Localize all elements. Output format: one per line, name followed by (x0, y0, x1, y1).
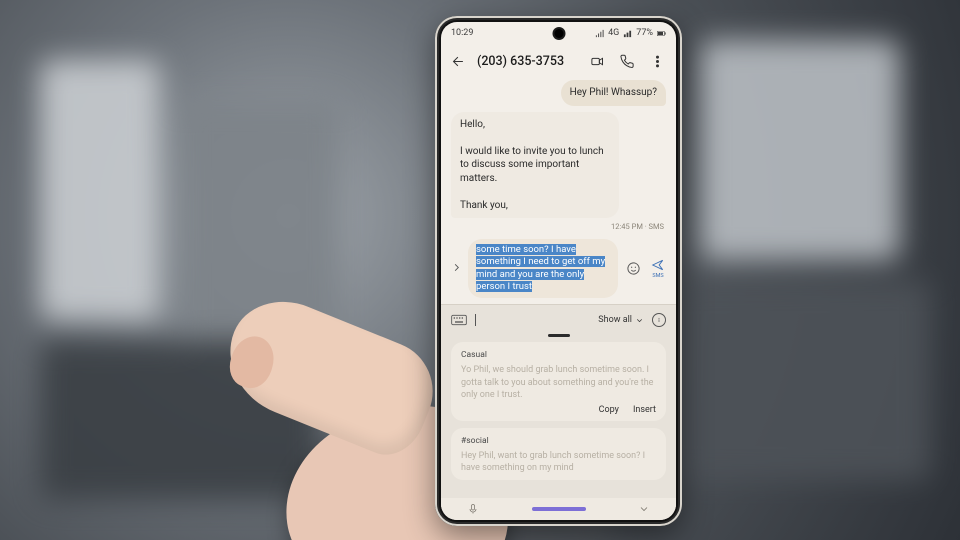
back-button[interactable] (447, 50, 469, 72)
phone-call-icon (620, 54, 635, 69)
chevron-down-icon (635, 316, 644, 325)
voice-input-button[interactable] (467, 500, 479, 519)
system-nav-bar (441, 498, 676, 520)
front-camera (554, 29, 563, 38)
suggestion-card-casual[interactable]: Casual Yo Phil, we should grab lunch som… (451, 342, 666, 420)
send-label: SMS (652, 273, 663, 279)
panel-drag-handle[interactable] (548, 334, 570, 337)
incoming-message[interactable]: Hello, I would like to invite you to lun… (451, 112, 619, 219)
back-icon (451, 54, 466, 69)
collapse-panel-button[interactable] (638, 500, 650, 519)
network-signal-icon (595, 29, 604, 38)
message-list: Hey Phil! Whassup? Hello, I would like t… (441, 78, 676, 235)
compose-row: some time soon? I have something I need … (441, 235, 676, 304)
show-all-button[interactable]: Show all (598, 315, 644, 325)
voice-call-button[interactable] (616, 50, 638, 72)
chevron-right-icon (451, 262, 462, 273)
suggestion-card-social[interactable]: #social Hey Phil, want to grab lunch som… (451, 428, 666, 480)
copy-button[interactable]: Copy (599, 405, 619, 415)
phone-frame: 10:29 4G 77% (203) 635-3753 (435, 16, 682, 526)
keyboard-icon (451, 314, 467, 326)
more-menu-button[interactable] (646, 50, 668, 72)
status-time: 10:29 (451, 28, 473, 38)
send-icon (650, 258, 666, 272)
home-gesture-pill[interactable] (532, 507, 586, 511)
wifi-signal-icon (623, 29, 632, 38)
status-network: 4G (608, 28, 619, 38)
suggestion-body: Yo Phil, we should grab lunch sometime s… (461, 364, 656, 400)
contact-title[interactable]: (203) 635-3753 (477, 54, 578, 69)
compose-selected-text: some time soon? I have something I need … (476, 244, 605, 292)
mic-icon (467, 503, 479, 515)
emoji-button[interactable] (623, 261, 643, 276)
suggestion-tag: #social (461, 436, 656, 446)
video-call-button[interactable] (586, 50, 608, 72)
compose-input[interactable]: some time soon? I have something I need … (468, 239, 618, 298)
insert-button[interactable]: Insert (633, 405, 656, 415)
panel-info-button[interactable] (652, 313, 666, 327)
info-icon (655, 316, 663, 324)
chevron-down-icon (638, 503, 650, 515)
outgoing-message[interactable]: Hey Phil! Whassup? (561, 80, 666, 106)
battery-icon (657, 29, 666, 38)
keyboard-toggle-button[interactable] (451, 311, 467, 330)
expand-compose-button[interactable] (449, 262, 463, 276)
panel-input-cursor[interactable] (475, 314, 476, 326)
video-call-icon (590, 54, 605, 69)
more-vert-icon (650, 54, 665, 69)
suggestion-panel: Show all Casual Yo Phil, we should grab … (441, 304, 676, 520)
suggestion-body: Hey Phil, want to grab lunch sometime so… (461, 450, 656, 474)
phone-screen: 10:29 4G 77% (203) 635-3753 (441, 22, 676, 520)
show-all-label: Show all (598, 315, 632, 325)
smile-icon (626, 261, 641, 276)
message-timestamp: 12:45 PM · SMS (611, 222, 666, 231)
send-button[interactable]: SMS (648, 258, 668, 279)
status-battery: 77% (636, 28, 653, 38)
conversation-header: (203) 635-3753 (441, 44, 676, 78)
suggestion-tag: Casual (461, 350, 656, 360)
